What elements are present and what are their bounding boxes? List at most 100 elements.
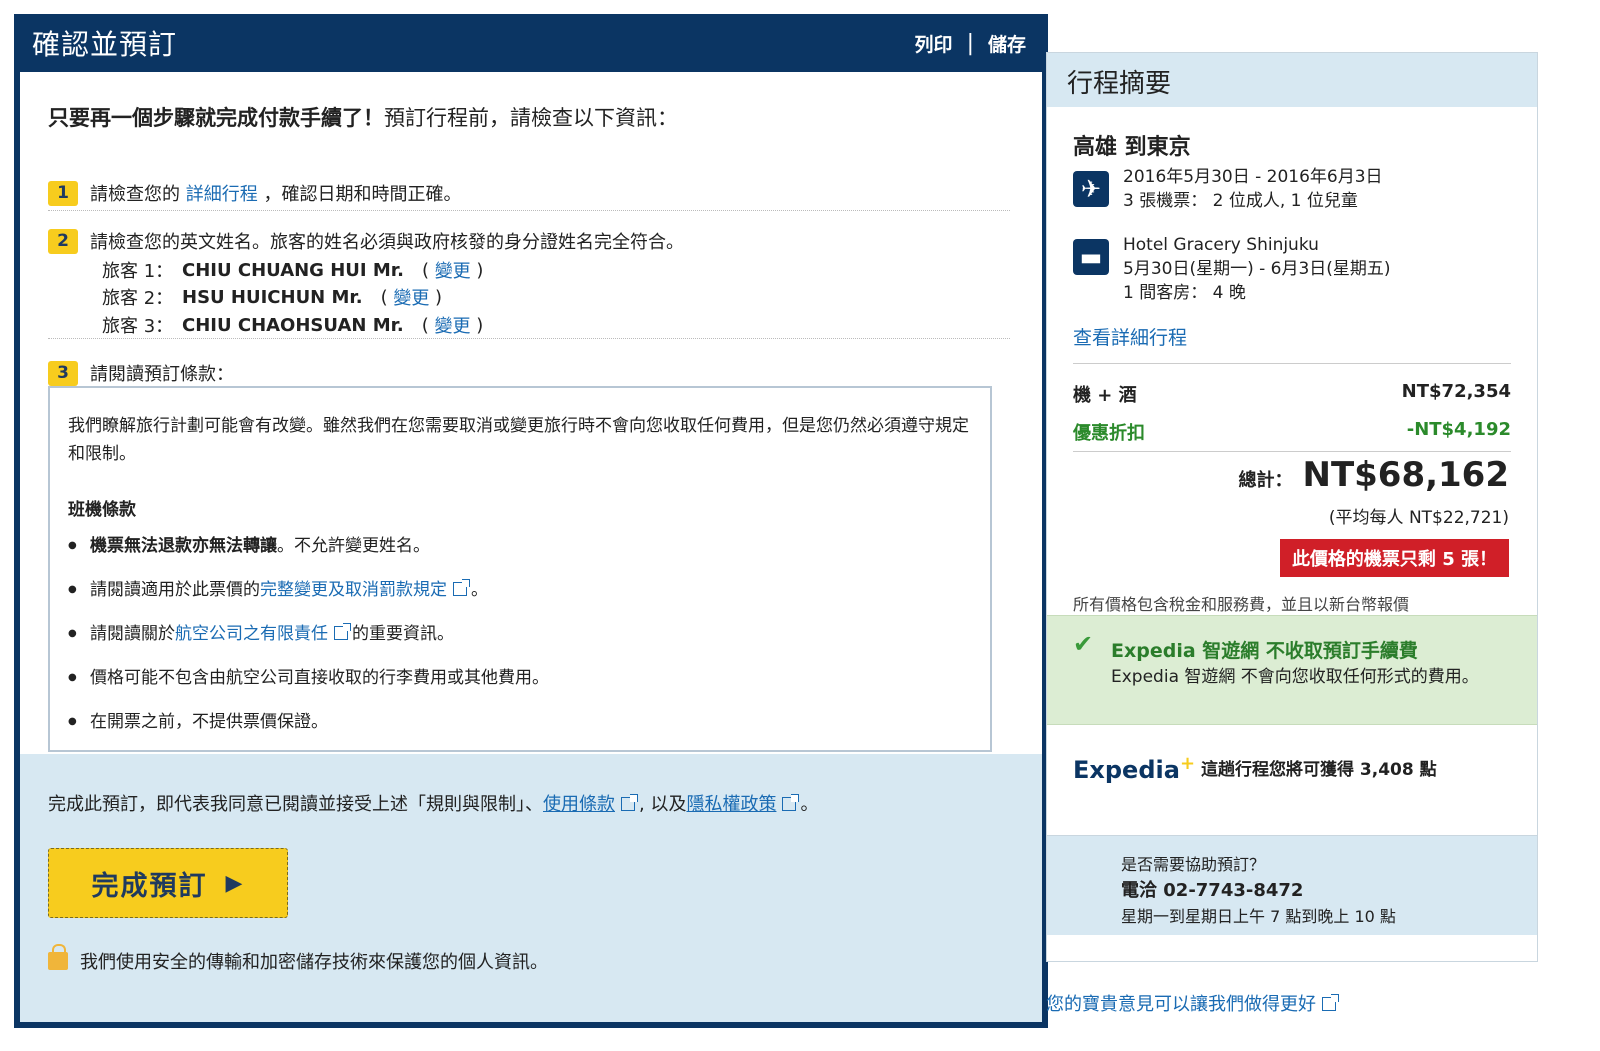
route-title: 高雄 到東京 (1073, 135, 1191, 160)
discount-label: 優惠折扣 (1073, 423, 1145, 444)
step-1: 1 請檢查您的 詳細行程 ，確認日期和時間正確。 (48, 180, 461, 206)
traveller-name: HSU HUICHUN Mr. (182, 286, 363, 308)
seats-left-alert: 此價格的機票只剩 5 張！ (1279, 539, 1509, 577)
package-price: NT$72,354 (1401, 381, 1511, 402)
feedback-text[interactable]: 您的寶貴意見可以讓我們做得更好 (1046, 994, 1316, 1015)
save-link[interactable]: 儲存 (988, 30, 1026, 57)
paren-open: ( (421, 259, 435, 281)
external-link-icon (782, 794, 800, 811)
divider (1073, 451, 1511, 452)
airline-liability-link[interactable]: 航空公司之有限責任 (175, 624, 328, 644)
step-1-post: ，確認日期和時間正確。 (263, 184, 462, 205)
no-fee-text: Expedia 智遊網 不會向您收取任何形式的費用。 (1111, 667, 1479, 687)
flight-tickets: 3 張機票： 2 位成人, 1 位兒童 (1123, 191, 1358, 211)
traveller-row: 旅客 1： CHIU CHUANG HUI Mr. ( 變更 ) (102, 257, 483, 283)
per-person-price: (平均每人 NT$22,721) (1328, 508, 1509, 528)
terms-intro: 我們瞭解旅行計劃可能會有改變。雖然我們在您需要取消或變更旅行時不會向您收取任何費… (68, 416, 969, 464)
intro-text: 只要再一個步驟就完成付款手續了！預訂行程前，請檢查以下資訊： (48, 102, 678, 132)
paren-open: ( (421, 314, 435, 336)
term-text: 價格可能不包含由航空公司直接收取的行李費用或其他費用。 (90, 668, 549, 688)
hotel-info: Hotel Gracery Shinjuku 5月30日(星期一) - 6月3日… (1123, 233, 1391, 305)
view-itinerary-link[interactable]: 查看詳細行程 (1073, 323, 1187, 350)
intro-bold: 只要再一個步驟就完成付款手續了！ (48, 106, 384, 130)
panel-header: 確認並預訂 列印 | 儲存 (14, 14, 1048, 72)
package-price-row: 機 + 酒 NT$72,354 (1073, 381, 1511, 407)
feedback-link[interactable]: 您的寶貴意見可以讓我們做得更好 (1046, 990, 1340, 1016)
step-number: 1 (48, 180, 78, 206)
list-item: 請閱讀適用於此票價的完整變更及取消罰款規定 。 (68, 576, 972, 604)
agree-pre: 完成此預訂，即代表我同意已閱讀並接受上述「規則與限制」、 (48, 794, 543, 815)
traveller-name: CHIU CHAOHSUAN Mr. (182, 314, 404, 336)
flight-terms-title: 班機條款 (68, 500, 136, 520)
discount-row: 優惠折扣 -NT$4,192 (1073, 419, 1511, 445)
security-text: 我們使用安全的傳輸和加密儲存技術來保護您的個人資訊。 (80, 952, 548, 973)
external-link-icon (1322, 994, 1339, 1011)
term-text: 。 (471, 580, 488, 600)
privacy-policy-link[interactable]: 隱私權政策 (686, 794, 776, 815)
term-text: 在開票之前，不提供票價保證。 (90, 712, 328, 732)
paren-close: ) (470, 314, 484, 336)
package-label: 機 + 酒 (1073, 385, 1137, 406)
total-row: 總計： NT$68,162 (1238, 455, 1509, 495)
step-3: 3 請閱讀預訂條款： (48, 360, 234, 386)
agree-mid: , 以及 (639, 794, 687, 815)
divider (48, 338, 1010, 339)
logo-text: Expedia (1073, 756, 1180, 784)
step-2: 2 請檢查您的英文姓名。旅客的姓名必須與政府核發的身分證姓名完全符合。 (48, 228, 684, 254)
step-2-text: 請檢查您的英文姓名。旅客的姓名必須與政府核發的身分證姓名完全符合。 (90, 232, 684, 253)
reward-points-text: 這趟行程您將可獲得 3,408 點 (1201, 760, 1437, 780)
divider (48, 210, 1010, 211)
page-title: 確認並預訂 (32, 28, 178, 61)
list-item: 在開票之前，不提供票價保證。 (68, 708, 972, 736)
bed-icon: ▬ (1073, 239, 1109, 275)
step-3-text: 請閱讀預訂條款： (90, 364, 234, 385)
complete-booking-label: 完成預訂 (91, 870, 208, 902)
booking-help-box: 是否需要協助預訂？ 電洽 02-7743-8472 星期一到星期日上午 7 點到… (1047, 835, 1537, 935)
list-item: 機票無法退款亦無法轉讓。不允許變更姓名。 (68, 532, 972, 560)
traveller-label: 旅客 2： (102, 288, 174, 309)
terms-of-use-link[interactable]: 使用條款 (543, 794, 615, 815)
lock-icon (48, 944, 68, 970)
agree-post: 。 (800, 794, 819, 815)
divider (1073, 363, 1511, 364)
list-item: 價格可能不包含由航空公司直接收取的行李費用或其他費用。 (68, 664, 972, 692)
term-text: 。不允許變更姓名。 (277, 536, 430, 556)
summary-title: 行程摘要 (1047, 53, 1537, 107)
step-1-pre: 請檢查您的 (90, 184, 180, 205)
agreement-text: 完成此預訂，即代表我同意已閱讀並接受上述「規則與限制」、使用條款 , 以及隱私權政… (48, 790, 818, 816)
checkmark-icon: ✔ (1073, 630, 1094, 658)
total-label: 總計： (1238, 470, 1293, 491)
paren-close: ) (470, 259, 484, 281)
help-hours: 星期一到星期日上午 7 點到晚上 10 點 (1121, 907, 1396, 926)
complete-booking-button[interactable]: 完成預訂 ▶ (48, 848, 288, 918)
list-item: 請閱讀關於航空公司之有限責任 的重要資訊。 (68, 620, 972, 648)
print-link[interactable]: 列印 (915, 30, 953, 57)
action-separator: | (966, 30, 974, 56)
traveller-row: 旅客 3： CHIU CHAOHSUAN Mr. ( 變更 ) (102, 312, 483, 338)
step-number: 3 (48, 360, 78, 386)
traveller-name: CHIU CHUANG HUI Mr. (182, 259, 404, 281)
airplane-icon: ✈ (1073, 171, 1109, 207)
penalty-rules-link[interactable]: 完整變更及取消罰款規定 (260, 580, 447, 600)
total-price: NT$68,162 (1302, 455, 1509, 495)
security-note: 我們使用安全的傳輸和加密儲存技術來保護您的個人資訊。 (48, 944, 548, 974)
header-actions: 列印 | 儲存 (915, 30, 1026, 57)
itinerary-details-link[interactable]: 詳細行程 (186, 180, 258, 206)
play-arrow-icon: ▶ (225, 870, 245, 896)
hotel-name: Hotel Gracery Shinjuku (1123, 235, 1319, 255)
flight-dates: 2016年5月30日 - 2016年6月3日 (1123, 167, 1383, 187)
change-name-link[interactable]: 變更 (435, 257, 471, 283)
traveller-row: 旅客 2： HSU HUICHUN Mr. ( 變更 ) (102, 284, 442, 310)
term-text: 請閱讀適用於此票價的 (90, 580, 260, 600)
flight-terms-list: 機票無法退款亦無法轉讓。不允許變更姓名。 請閱讀適用於此票價的完整變更及取消罰款… (68, 532, 972, 736)
help-phone[interactable]: 電洽 02-7743-8472 (1121, 878, 1537, 904)
change-name-link[interactable]: 變更 (393, 284, 429, 310)
discount-price: -NT$4,192 (1406, 419, 1511, 440)
expedia-plus-logo: Expedia+ (1073, 753, 1195, 784)
change-name-link[interactable]: 變更 (435, 312, 471, 338)
external-link-icon (621, 794, 638, 811)
booking-terms-box[interactable]: 我們瞭解旅行計劃可能會有改變。雖然我們在您需要取消或變更旅行時不會向您收取任何費… (48, 386, 992, 752)
traveller-label: 旅客 1： (102, 261, 174, 282)
no-fee-title: Expedia 智遊網 不收取預訂手續費 (1111, 640, 1418, 662)
trip-summary-panel: 行程摘要 高雄 到東京 ✈ 2016年5月30日 - 2016年6月3日 3 張… (1046, 52, 1538, 962)
